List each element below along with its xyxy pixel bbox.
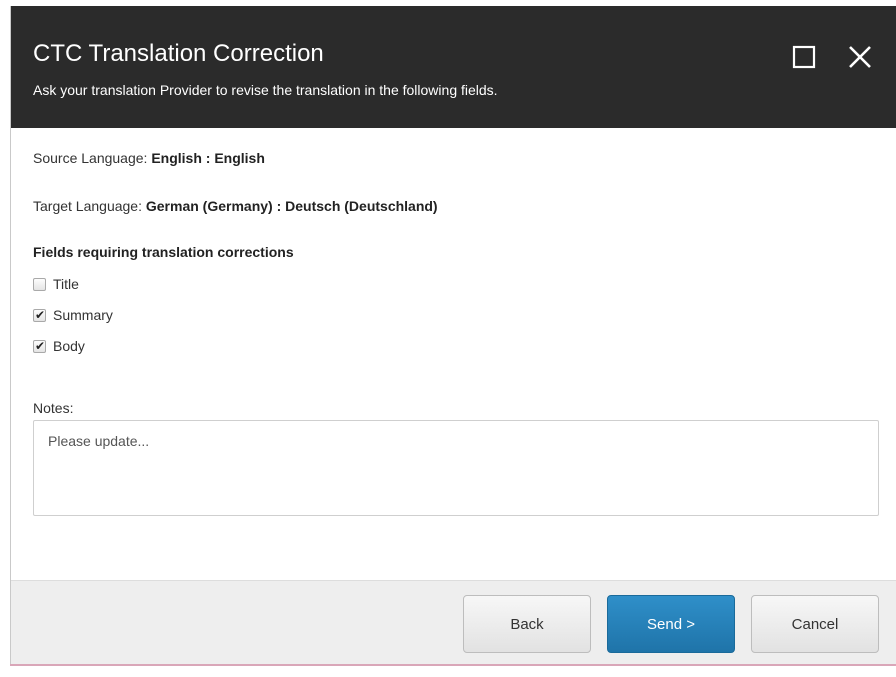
checkbox-row-summary[interactable]: ✔ Summary	[33, 305, 113, 325]
dialog-subtitle: Ask your translation Provider to revise …	[33, 82, 498, 98]
dialog-title: CTC Translation Correction	[33, 40, 324, 67]
back-button[interactable]: Back	[463, 595, 591, 653]
title-checkbox[interactable]	[33, 277, 46, 291]
target-language-value: German (Germany) : Deutsch (Deutschland)	[145, 198, 438, 214]
close-button[interactable]	[845, 42, 875, 72]
maximize-button[interactable]	[789, 42, 819, 72]
body-checkbox[interactable]: ✔	[33, 338, 46, 353]
checkmark-icon: ✔	[35, 338, 46, 353]
title-checkbox-label[interactable]: Title	[53, 276, 79, 292]
summary-checkbox-label[interactable]: Summary	[53, 307, 113, 323]
maximize-icon	[792, 45, 816, 69]
close-icon	[849, 46, 871, 68]
source-language-value: English : English	[151, 150, 265, 166]
notes-label: Notes:	[33, 400, 74, 416]
target-language-label: Target Language:	[33, 198, 146, 214]
notes-textarea[interactable]	[33, 420, 879, 516]
dialog-header: CTC Translation Correction Ask your tran…	[11, 6, 896, 128]
dialog-footer: Back Send > Cancel	[11, 580, 896, 666]
checkbox-row-body[interactable]: ✔ Body	[33, 336, 85, 356]
summary-checkbox[interactable]: ✔	[33, 307, 46, 322]
checkmark-icon: ✔	[35, 307, 46, 322]
dialog-body: Source Language: English : English Targe…	[11, 128, 896, 580]
bottom-accent-line	[10, 664, 896, 666]
target-language-line: Target Language: German (Germany) : Deut…	[33, 198, 438, 214]
translation-correction-dialog: CTC Translation Correction Ask your tran…	[10, 6, 896, 666]
checkbox-row-title[interactable]: Title	[33, 274, 79, 294]
cancel-button[interactable]: Cancel	[751, 595, 879, 653]
source-language-line: Source Language: English : English	[33, 150, 265, 166]
send-button[interactable]: Send >	[607, 595, 735, 653]
fields-heading: Fields requiring translation corrections	[33, 244, 294, 260]
source-language-label: Source Language:	[33, 150, 152, 166]
body-checkbox-label[interactable]: Body	[53, 338, 85, 354]
